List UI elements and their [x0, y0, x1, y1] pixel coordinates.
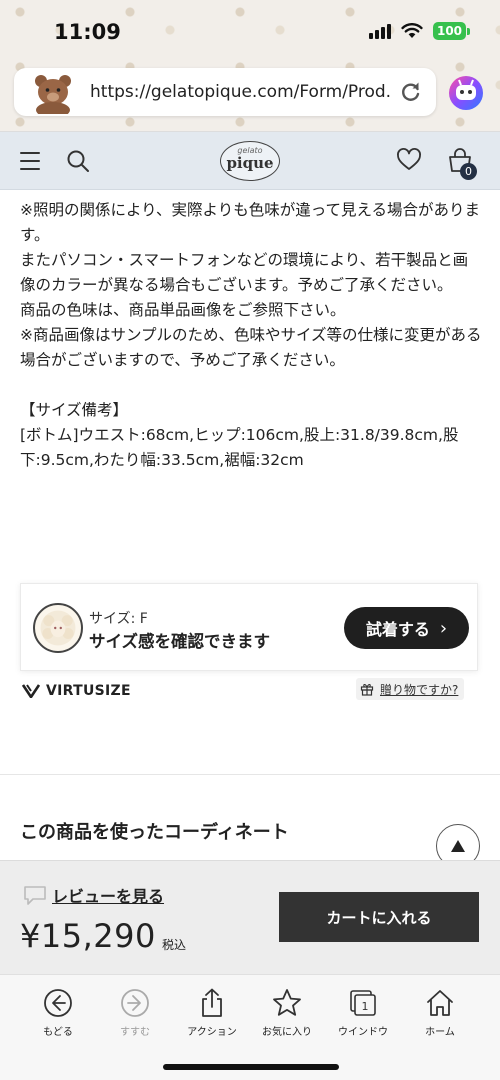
- toolbar-home[interactable]: ホーム: [405, 987, 475, 1038]
- description-paragraph: 商品の色味は、商品単品画像をご参照下さい。: [20, 301, 346, 319]
- search-icon[interactable]: [66, 149, 90, 173]
- size-note: [ボトム]ウエスト:68cm,ヒップ:106cm,股上:31.8/39.8cm,…: [20, 426, 459, 469]
- browser-top-chrome: 11:09 100 https://gelatopique.com/Form/P…: [0, 0, 500, 132]
- sheep-icon: [40, 610, 76, 646]
- add-to-cart-button[interactable]: カートに入れる: [279, 892, 479, 942]
- price: ¥15,290: [20, 917, 156, 955]
- status-icons: 100: [369, 22, 470, 40]
- home-icon: [427, 990, 453, 1016]
- virtusize-size-label: サイズ: F: [89, 611, 148, 627]
- wifi-icon: [401, 23, 423, 38]
- bear-avatar-icon: [35, 75, 71, 114]
- site-logo[interactable]: gelato pique: [220, 141, 280, 181]
- status-time: 11:09: [54, 20, 121, 44]
- cart-count-badge: 0: [460, 163, 477, 180]
- battery-icon: 100: [433, 22, 470, 40]
- try-on-button[interactable]: 試着する ›: [344, 607, 469, 649]
- size-heading: 【サイズ備考】: [20, 401, 129, 419]
- toolbar-back[interactable]: もどる: [23, 987, 93, 1038]
- url-text[interactable]: https://gelatopique.com/Form/Prod...: [90, 82, 390, 102]
- battery-level: 100: [433, 22, 466, 40]
- purchase-bar: レビューを見る ¥15,290 税込 カートに入れる: [0, 860, 500, 974]
- share-icon: [202, 988, 222, 1017]
- fit-avatar: [33, 603, 83, 653]
- back-icon: [44, 989, 72, 1017]
- signal-icon: [369, 23, 391, 39]
- toolbar-forward[interactable]: すすむ: [100, 987, 170, 1038]
- extension-icon[interactable]: [446, 72, 486, 112]
- gift-link[interactable]: 贈り物ですか?: [356, 678, 465, 700]
- toolbar-action[interactable]: アクション: [177, 987, 247, 1038]
- window-count: 1: [362, 1000, 369, 1013]
- description-paragraph: ※商品画像はサンプルのため、色味やサイズ等の仕様に変更がある場合がございますので…: [20, 326, 482, 369]
- triangle-up-icon: [451, 840, 465, 852]
- virtusize-brand: VIRTUSIZE: [22, 683, 131, 699]
- tabs-icon: 1: [350, 990, 376, 1016]
- section-divider: [0, 774, 500, 775]
- chevron-right-icon: ›: [439, 617, 448, 639]
- description-paragraph: またパソコン・スマートフォンなどの環境により、若干製品と画像のカラーが異なる場合…: [20, 251, 469, 294]
- virtusize-logo-icon: [22, 684, 40, 698]
- star-icon: [273, 989, 301, 1016]
- home-indicator: [163, 1064, 339, 1070]
- forward-icon: [121, 989, 149, 1017]
- product-description: ※照明の関係により、実際よりも色味が違って見える場合があります。 またパソコン・…: [20, 198, 482, 473]
- heart-icon[interactable]: [396, 147, 422, 173]
- toolbar-windows[interactable]: 1 ウインドウ: [328, 987, 398, 1038]
- gift-icon: [360, 684, 374, 696]
- toolbar-favorites[interactable]: お気に入り: [252, 987, 322, 1038]
- url-bar[interactable]: https://gelatopique.com/Form/Prod...: [14, 68, 436, 116]
- virtusize-card: サイズ: F サイズ感を確認できます 試着する ›: [20, 583, 478, 671]
- menu-icon[interactable]: [20, 152, 40, 170]
- virtusize-message: サイズ感を確認できます: [89, 632, 271, 651]
- description-paragraph: ※照明の関係により、実際よりも色味が違って見える場合があります。: [20, 201, 481, 244]
- review-link[interactable]: レビューを見る: [22, 883, 164, 907]
- coordinate-heading: この商品を使ったコーディネート: [20, 822, 289, 843]
- tax-label: 税込: [162, 938, 187, 952]
- status-bar: 11:09 100: [0, 0, 500, 62]
- site-header: gelato pique 0: [0, 132, 500, 190]
- speech-bubble-icon: [24, 886, 46, 905]
- reload-icon[interactable]: [400, 81, 422, 103]
